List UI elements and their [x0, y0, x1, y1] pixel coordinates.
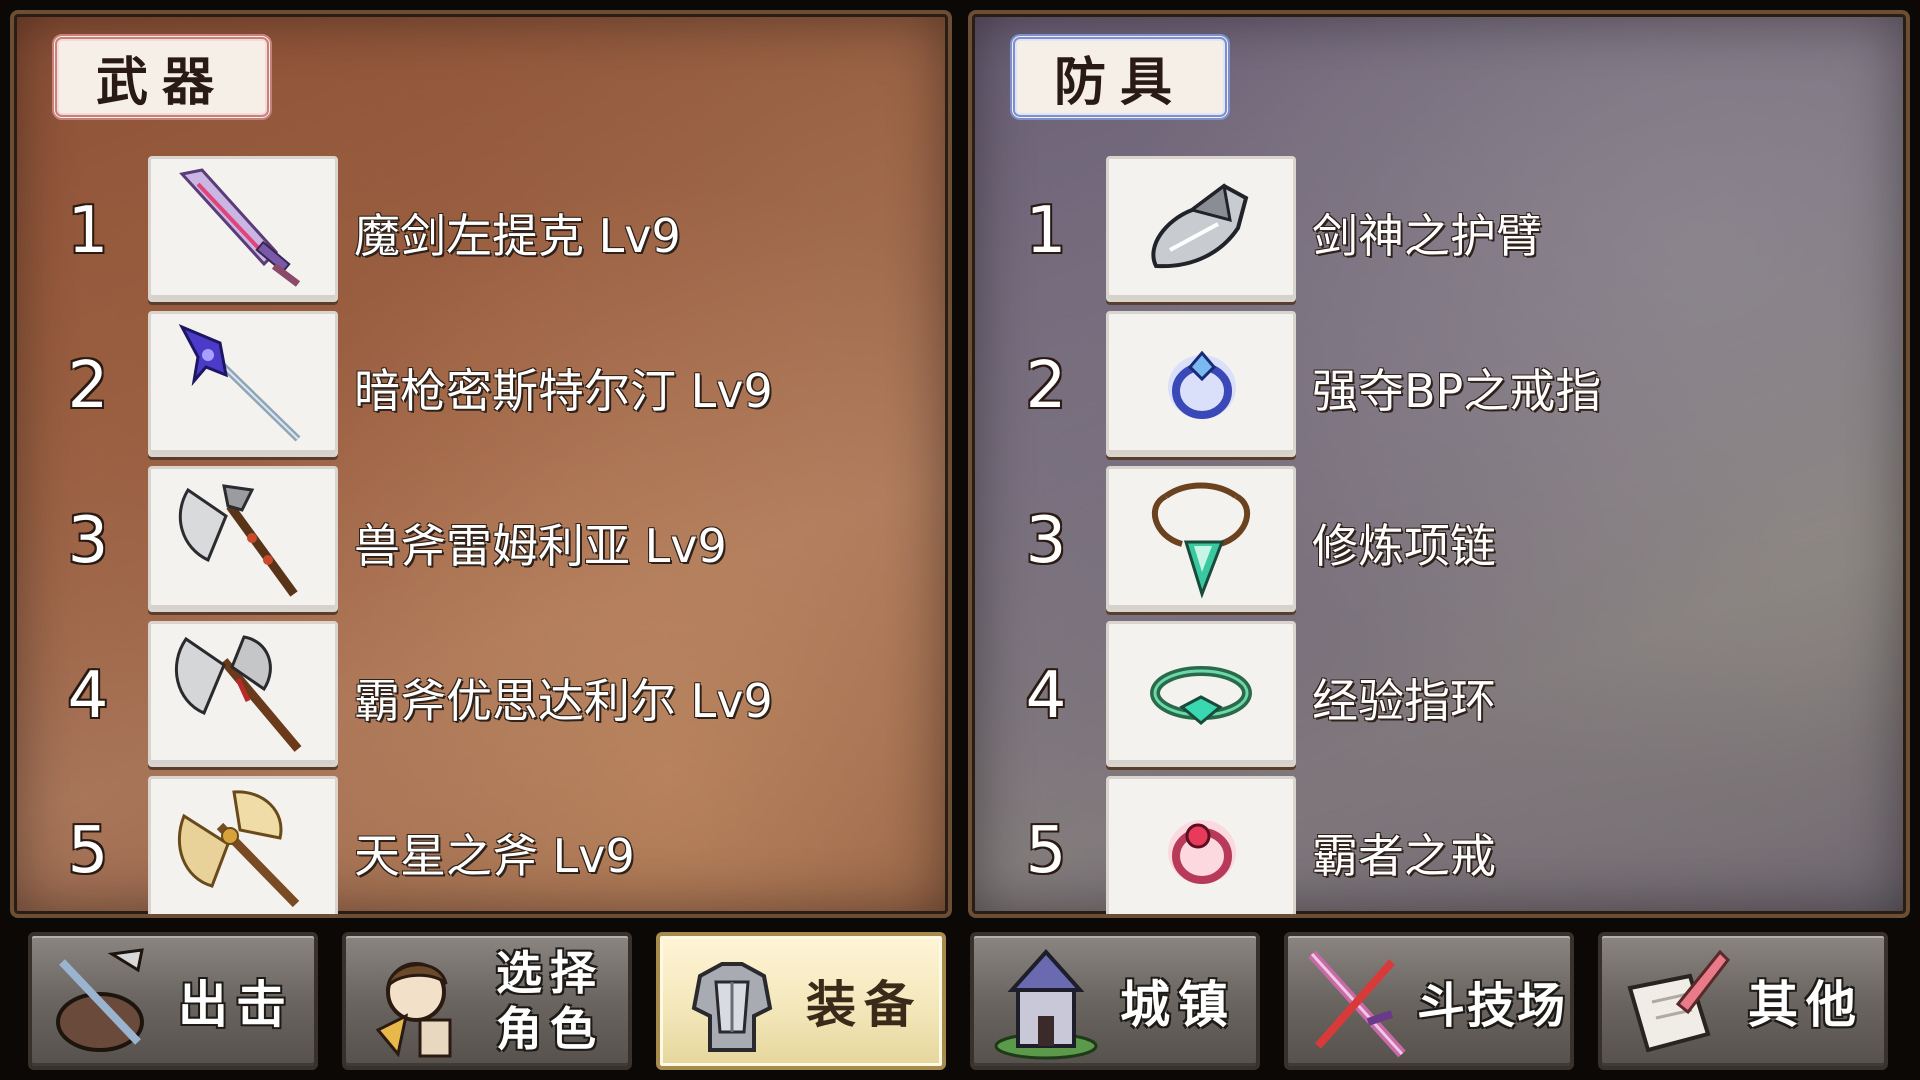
green-ring-icon: [1150, 666, 1252, 725]
arena-sword-icon: [1308, 950, 1406, 1058]
item-name: 天星之斧 Lv9: [354, 829, 635, 883]
item-slot[interactable]: [148, 776, 338, 914]
rank-number: 1: [1025, 194, 1067, 268]
rank-number: 4: [67, 659, 109, 733]
other-button[interactable]: 其他: [1598, 932, 1888, 1070]
armor-icon: [691, 962, 773, 1052]
character-icon: [375, 962, 452, 1058]
weapons-panel: 武器 1 魔剑左提克 Lv9 2 暗枪密斯特尔汀 Lv9 3 兽斧雷姆利亚 Lv…: [10, 10, 952, 918]
weapon-row-2[interactable]: 2 暗枪密斯特尔汀 Lv9: [14, 311, 948, 459]
armor-title: 防具: [1010, 34, 1230, 120]
item-name: 霸者之戒: [1312, 829, 1496, 883]
sortie-label: 出击: [178, 976, 294, 1034]
necklace-icon: [1151, 482, 1251, 599]
select-character-label-line2: 角色: [496, 1002, 604, 1056]
beast-axe-icon: [178, 484, 298, 597]
equipment-button[interactable]: 装备: [656, 932, 946, 1070]
item-name: 强夺BP之戒指: [1312, 364, 1602, 418]
sortie-icon: [56, 948, 144, 1052]
armor-row-1[interactable]: 1 剑神之护臂: [972, 156, 1906, 304]
rank-number: 5: [1025, 814, 1067, 888]
item-slot[interactable]: [1106, 776, 1296, 914]
rank-number: 2: [1025, 349, 1067, 423]
bottom-nav: 出击 选择 角色 装备 城镇 斗技场 其他: [0, 928, 1920, 1080]
rank-number: 3: [67, 504, 109, 578]
item-name: 修炼项链: [1312, 519, 1496, 573]
rank-number: 3: [1025, 504, 1067, 578]
rank-number: 1: [67, 194, 109, 268]
item-name: 暗枪密斯特尔汀 Lv9: [354, 364, 773, 418]
weapons-title: 武器: [52, 34, 272, 120]
armor-row-3[interactable]: 3 修炼项链: [972, 466, 1906, 614]
armor-row-5[interactable]: 5 霸者之戒: [972, 776, 1906, 914]
battle-axe-icon: [174, 635, 302, 752]
item-name: 经验指环: [1312, 674, 1496, 728]
arena-button[interactable]: 斗技场: [1284, 932, 1574, 1070]
arena-label: 斗技场: [1416, 978, 1567, 1034]
armor-panel: 防具 1 剑神之护臂 2 强夺BP之戒指 3 修炼项链 4 经验指环 5 霸者之…: [968, 10, 1910, 918]
item-name: 兽斧雷姆利亚 Lv9: [354, 519, 727, 573]
weapon-row-5[interactable]: 5 天星之斧 Lv9: [14, 776, 948, 914]
blue-ring-icon: [1168, 350, 1236, 419]
scroll-quill-icon: [1627, 949, 1730, 1053]
other-label: 其他: [1748, 976, 1864, 1034]
item-slot[interactable]: [1106, 466, 1296, 612]
purple-sword-icon: [179, 168, 301, 287]
item-slot[interactable]: [1106, 621, 1296, 767]
red-ring-icon: [1168, 820, 1236, 884]
golden-axe-icon: [177, 790, 300, 908]
item-name: 剑神之护臂: [1312, 209, 1542, 263]
weapon-row-4[interactable]: 4 霸斧优思达利尔 Lv9: [14, 621, 948, 769]
item-slot[interactable]: [1106, 156, 1296, 302]
town-icon: [994, 949, 1098, 1060]
rank-number: 2: [67, 349, 109, 423]
item-slot[interactable]: [148, 621, 338, 767]
item-slot[interactable]: [1106, 311, 1296, 457]
item-slot[interactable]: [148, 156, 338, 302]
armor-row-2[interactable]: 2 强夺BP之戒指: [972, 311, 1906, 459]
rank-number: 4: [1025, 659, 1067, 733]
item-slot[interactable]: [148, 311, 338, 457]
weapon-row-1[interactable]: 1 魔剑左提克 Lv9: [14, 156, 948, 304]
rank-number: 5: [67, 814, 109, 888]
town-label: 城镇: [1120, 976, 1236, 1034]
gauntlet-icon: [1151, 183, 1249, 269]
sortie-button[interactable]: 出击: [28, 932, 318, 1070]
select-character-label-line1: 选择: [496, 946, 604, 1000]
select-character-label: 选择 角色: [472, 936, 628, 1066]
select-character-button[interactable]: 选择 角色: [342, 932, 632, 1070]
item-name: 霸斧优思达利尔 Lv9: [354, 674, 773, 728]
dark-spear-icon: [178, 323, 301, 442]
armor-row-4[interactable]: 4 经验指环: [972, 621, 1906, 769]
town-button[interactable]: 城镇: [970, 932, 1260, 1070]
weapon-row-3[interactable]: 3 兽斧雷姆利亚 Lv9: [14, 466, 948, 614]
equipment-label: 装备: [806, 976, 922, 1034]
item-name: 魔剑左提克 Lv9: [354, 209, 681, 263]
item-slot[interactable]: [148, 466, 338, 612]
